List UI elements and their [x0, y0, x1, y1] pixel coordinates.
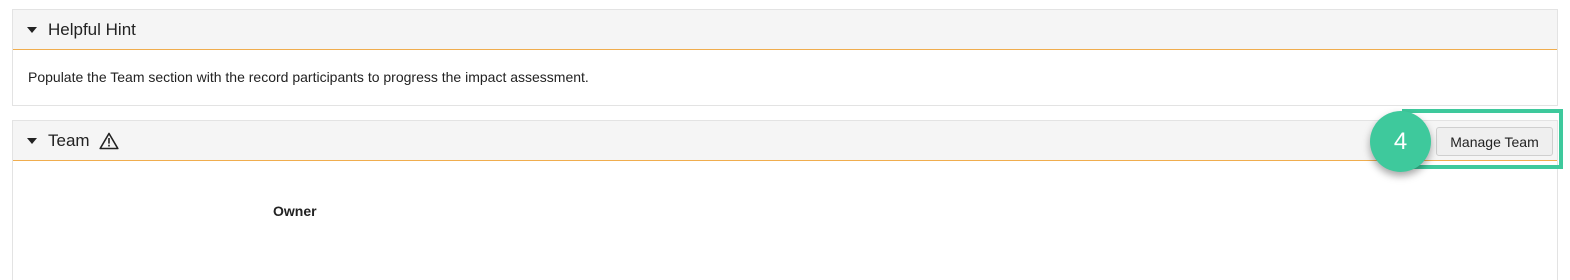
collapse-caret-icon[interactable] [27, 26, 37, 33]
team-header[interactable]: Team [13, 121, 1557, 161]
team-title: Team [48, 130, 90, 150]
tutorial-step-badge: 4 [1370, 111, 1431, 172]
helpful-hint-panel: Helpful Hint Populate the Team section w… [12, 9, 1558, 106]
warning-triangle-icon [98, 132, 119, 150]
helpful-hint-text: Populate the Team section with the recor… [28, 69, 589, 85]
helpful-hint-title: Helpful Hint [48, 19, 136, 39]
owner-column-label: Owner [273, 203, 317, 219]
helpful-hint-header[interactable]: Helpful Hint [13, 10, 1557, 50]
collapse-caret-icon[interactable] [27, 137, 37, 144]
manage-team-button[interactable]: Manage Team [1436, 127, 1553, 156]
team-panel: Team Owner [12, 120, 1558, 280]
